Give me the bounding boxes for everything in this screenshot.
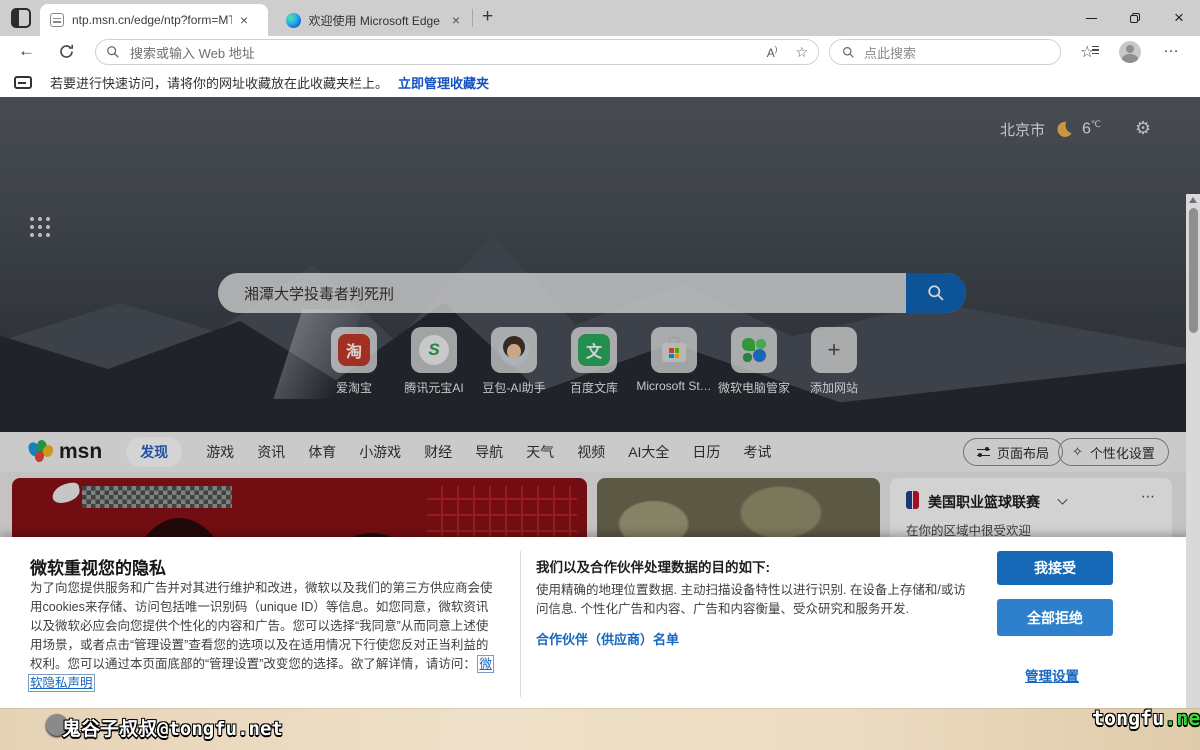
purposes-title: 我们以及合作伙伴处理数据的目的如下: — [536, 556, 770, 576]
profile-avatar[interactable] — [1119, 41, 1141, 63]
scrollbar-thumb[interactable] — [1189, 208, 1198, 333]
accept-button[interactable]: 我接受 — [997, 551, 1113, 585]
settings-more-icon[interactable]: … — [1163, 39, 1180, 57]
manage-favorites-link[interactable]: 立即管理收藏夹 — [398, 73, 489, 92]
refresh-icon[interactable] — [58, 43, 75, 65]
new-tab-button[interactable]: + — [482, 6, 493, 28]
browser-toolbar: ← 搜索或输入 Web 地址 A) ☆ 点此搜索 ☆ … — [0, 36, 1200, 68]
partners-list-link[interactable]: 合作伙伴（供应商）名单 — [536, 629, 679, 648]
tab-strip: ntp.msn.cn/edge/ntp?form=MT00 × 欢迎使用 Mic… — [0, 0, 1200, 36]
address-bar[interactable]: 搜索或输入 Web 地址 A) ☆ — [95, 39, 819, 65]
favorites-hub-icon[interactable]: ☆ — [1080, 42, 1094, 62]
tab-title: 欢迎使用 Microsoft Edge — [309, 12, 444, 29]
consent-title: 微软重视您的隐私 — [30, 554, 166, 579]
close-window-button[interactable]: × — [1157, 0, 1200, 36]
edge-browser-window: ntp.msn.cn/edge/ntp?form=MT00 × 欢迎使用 Mic… — [0, 0, 1200, 750]
sidebar-search-box[interactable]: 点此搜索 — [829, 39, 1061, 65]
read-aloud-icon[interactable]: A) — [767, 45, 778, 60]
back-icon[interactable]: ← — [18, 41, 35, 61]
page-viewport: 北京市 6℃ ⚙ 湘潭大学投毒者判死刑 淘 爱淘宝 S 腾讯元宝AI 豆包-AI… — [0, 97, 1200, 708]
page-favicon — [50, 13, 64, 27]
address-placeholder: 搜索或输入 Web 地址 — [130, 43, 767, 62]
dialog-divider — [520, 551, 521, 697]
tab-welcome[interactable]: 欢迎使用 Microsoft Edge × — [276, 4, 470, 36]
edge-favicon — [286, 13, 301, 28]
privacy-consent-dialog: 微软重视您的隐私 为了向您提供服务和广告并对其进行维护和改进，微软以及我们的第三… — [0, 537, 1200, 708]
purposes-body: 使用精确的地理位置数据. 主动扫描设备特性以进行识别. 在设备上存储和/或访问信… — [536, 581, 966, 619]
side-search-placeholder: 点此搜索 — [864, 43, 916, 62]
minimize-button[interactable] — [1069, 0, 1113, 36]
favorites-bar: 若要进行快速访问，请将你的网址收藏放在此收藏夹栏上。 立即管理收藏夹 — [0, 68, 1200, 98]
reject-all-button[interactable]: 全部拒绝 — [997, 599, 1113, 636]
tab-close-icon[interactable]: × — [240, 13, 248, 27]
tab-ntp[interactable]: ntp.msn.cn/edge/ntp?form=MT00 × — [40, 4, 268, 36]
tab-close-icon[interactable]: × — [452, 13, 460, 27]
consent-body: 为了向您提供服务和广告并对其进行维护和改进，微软以及我们的第三方供应商会使用co… — [30, 579, 500, 693]
watermark-left-text: 鬼谷子叔叔@tongfu.net — [62, 714, 283, 741]
restore-button[interactable] — [1113, 0, 1157, 36]
manage-settings-link[interactable]: 管理设置 — [1025, 665, 1079, 685]
search-icon — [842, 46, 855, 59]
scroll-up-arrow[interactable] — [1189, 197, 1197, 203]
favorites-banner-icon — [14, 76, 32, 89]
tab-divider — [472, 9, 473, 27]
tab-title: ntp.msn.cn/edge/ntp?form=MT00 — [72, 13, 232, 27]
search-icon — [106, 45, 120, 59]
watermark-right-text: tongfu.net — [1092, 706, 1200, 730]
favorite-star-icon[interactable]: ☆ — [795, 44, 808, 61]
favbar-hint-text: 若要进行快速访问，请将你的网址收藏放在此收藏夹栏上。 — [50, 73, 388, 92]
tab-actions-menu-icon[interactable] — [11, 8, 31, 28]
page-scrollbar[interactable] — [1186, 194, 1200, 708]
